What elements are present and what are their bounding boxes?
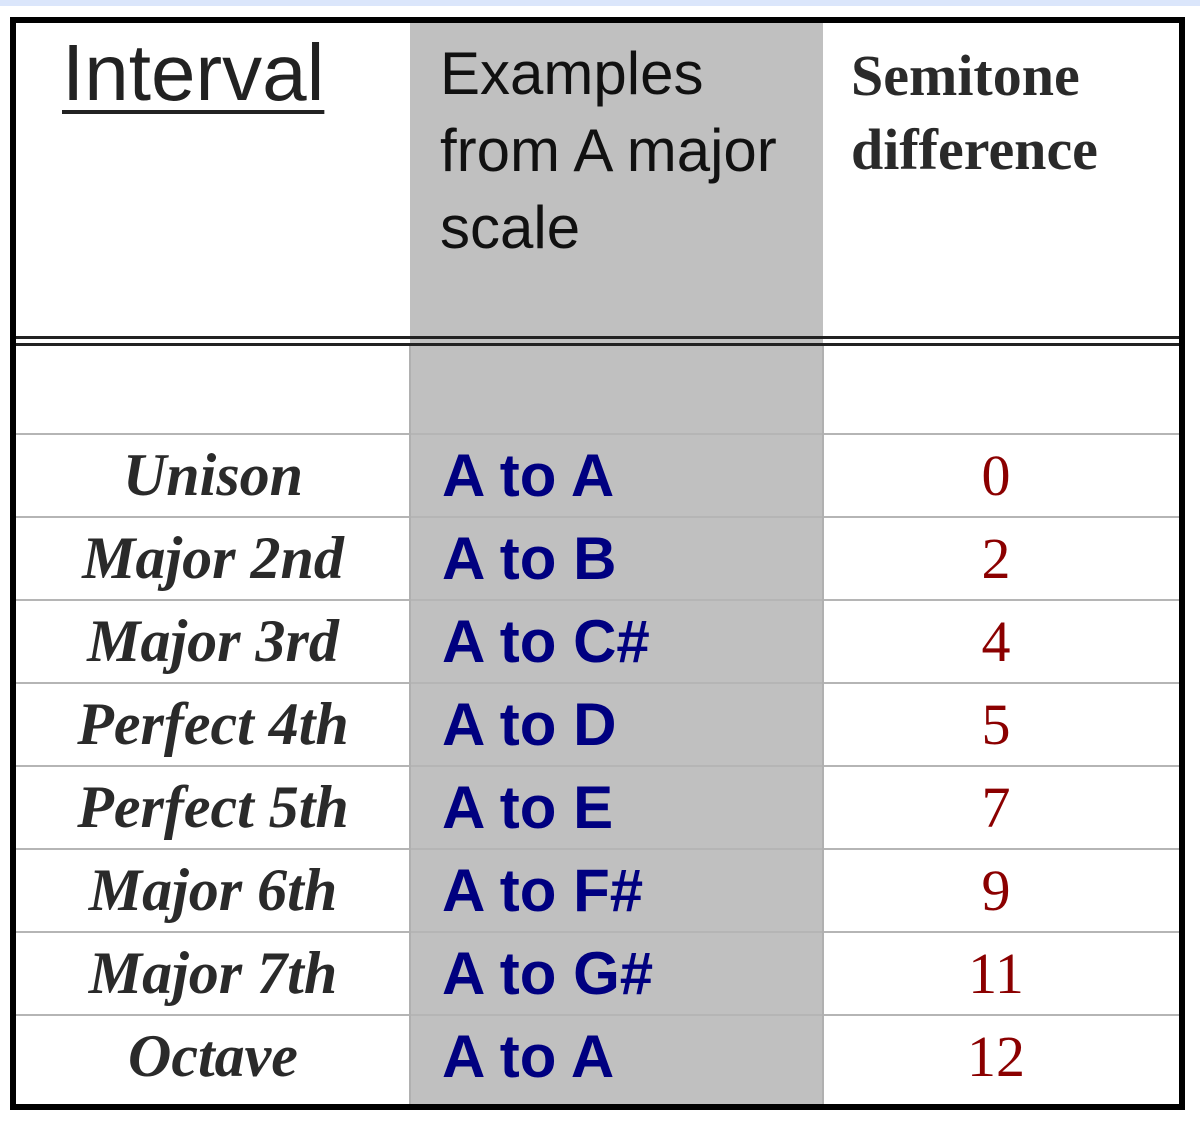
header-cell-semitone: Semitone difference [823,23,1179,336]
example-text: A to C# [442,608,650,675]
example-cell: A to B [410,517,823,600]
semitone-value: 11 [968,941,1024,1006]
empty-cell [410,346,823,434]
semitone-value: 4 [981,609,1011,674]
semitone-cell: 11 [823,932,1179,1015]
table-row: Perfect 5th A to E 7 [16,766,1179,849]
semitone-cell: 4 [823,600,1179,683]
example-cell: A to G# [410,932,823,1015]
example-text: A to E [442,774,614,841]
interval-name: Perfect 5th [77,774,349,840]
interval-cell: Major 6th [16,849,410,932]
interval-name: Perfect 4th [77,691,349,757]
row-divider [16,765,1179,767]
example-text: A to B [442,525,617,592]
interval-cell: Major 3rd [16,600,410,683]
empty-cell [16,346,410,434]
interval-cell: Octave [16,1015,410,1098]
header-interval: Interval [62,28,325,117]
header-divider-top [16,336,1179,339]
header-row: Interval Examples from A major scale Sem… [16,23,1179,336]
empty-cell [823,346,1179,434]
header-examples: Examples from A major scale [440,40,777,261]
example-text: A to F# [442,857,644,924]
table-row: Perfect 4th A to D 5 [16,683,1179,766]
interval-cell: Perfect 4th [16,683,410,766]
row-divider [16,433,1179,435]
interval-name: Major 6th [88,857,338,923]
empty-row [16,346,1179,434]
interval-name: Major 3rd [87,608,339,674]
semitone-value: 7 [981,775,1011,840]
example-text: A to D [442,691,617,758]
table-row: Major 6th A to F# 9 [16,849,1179,932]
semitone-cell: 5 [823,683,1179,766]
column-divider [409,346,411,1104]
table-row: Major 3rd A to C# 4 [16,600,1179,683]
table-row: Unison A to A 0 [16,434,1179,517]
interval-table: Interval Examples from A major scale Sem… [10,17,1185,1110]
row-divider [16,931,1179,933]
column-divider [822,346,824,1104]
example-text: A to A [442,442,615,509]
header-cell-interval: Interval [16,23,410,336]
semitone-value: 0 [981,443,1011,508]
table-row: Octave A to A 12 [16,1015,1179,1098]
semitone-cell: 9 [823,849,1179,932]
semitone-cell: 2 [823,517,1179,600]
semitone-cell: 7 [823,766,1179,849]
row-divider [16,1014,1179,1016]
header-cell-examples: Examples from A major scale [410,23,823,336]
top-strip [0,0,1200,6]
example-cell: A to C# [410,600,823,683]
interval-name: Unison [122,442,304,508]
interval-name: Major 2nd [82,525,344,591]
interval-cell: Major 2nd [16,517,410,600]
semitone-value: 2 [981,526,1011,591]
example-cell: A to E [410,766,823,849]
example-cell: A to A [410,434,823,517]
row-divider [16,516,1179,518]
table-row: Major 2nd A to B 2 [16,517,1179,600]
interval-name: Octave [128,1023,298,1089]
header-semitone: Semitone difference [851,43,1098,182]
semitone-cell: 12 [823,1015,1179,1098]
semitone-cell: 0 [823,434,1179,517]
example-text: A to G# [442,940,654,1007]
semitone-value: 9 [981,858,1011,923]
row-divider [16,682,1179,684]
example-cell: A to D [410,683,823,766]
example-cell: A to A [410,1015,823,1098]
semitone-value: 12 [967,1024,1025,1089]
example-text: A to A [442,1023,615,1090]
row-divider [16,848,1179,850]
semitone-value: 5 [981,692,1011,757]
interval-name: Major 7th [88,940,338,1006]
row-divider [16,599,1179,601]
interval-cell: Perfect 5th [16,766,410,849]
table-row: Major 7th A to G# 11 [16,932,1179,1015]
example-cell: A to F# [410,849,823,932]
interval-cell: Unison [16,434,410,517]
interval-cell: Major 7th [16,932,410,1015]
